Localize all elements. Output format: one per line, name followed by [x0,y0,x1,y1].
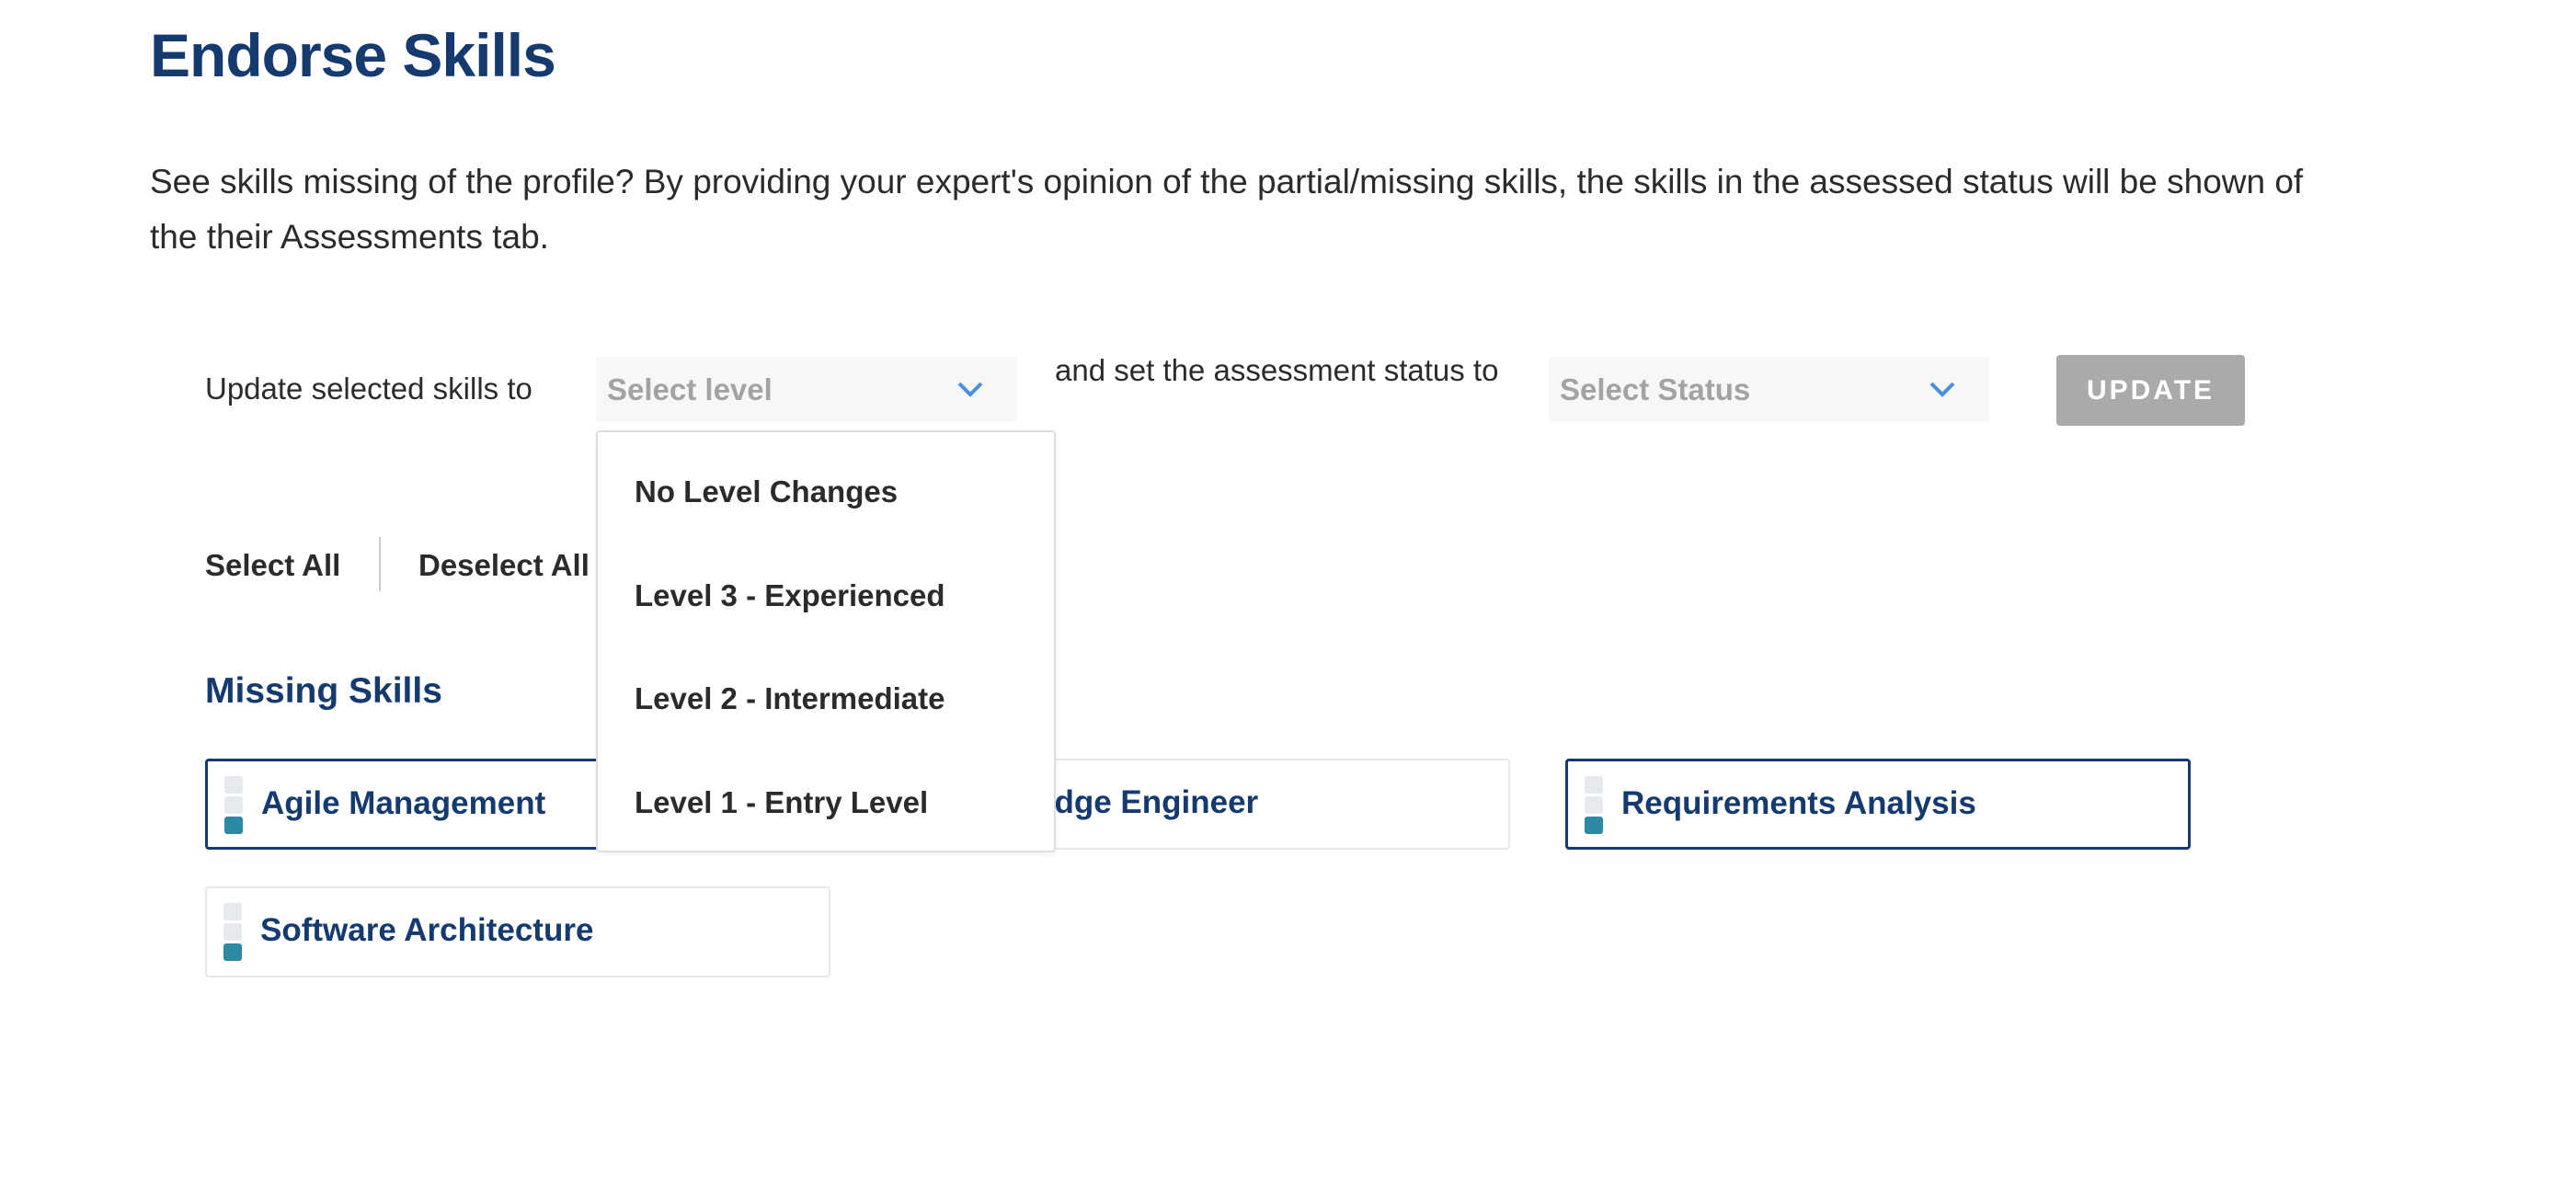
update-button[interactable]: UPDATE [2056,355,2245,426]
chevron-down-icon [957,382,983,397]
level-option-no-change[interactable]: No Level Changes [635,474,898,509]
deselect-all-link[interactable]: Deselect All [418,548,590,583]
level-dropdown-menu: No Level Changes Level 3 - Experienced L… [596,430,1056,852]
level-indicator-icon [1585,776,1603,835]
skill-card[interactable]: Software Architecture [205,886,830,977]
level-indicator-icon [224,776,243,835]
skill-name: Requirements Analysis [1621,785,1976,821]
status-label: and set the assessment status to [1055,353,1499,387]
page-title: Endorse Skills [150,21,556,89]
level-option-1[interactable]: Level 1 - Entry Level [635,785,928,820]
skill-card[interactable]: Requirements Analysis [1565,759,2191,850]
update-label: Update selected skills to [205,371,532,406]
status-select-placeholder: Select Status [1560,371,1751,406]
level-select[interactable]: Select level [596,357,1017,422]
skill-name: Software Architecture [260,912,594,948]
level-option-2[interactable]: Level 2 - Intermediate [635,681,945,716]
level-option-3[interactable]: Level 3 - Experienced [635,578,945,613]
select-all-link[interactable]: Select All [205,548,340,583]
status-select[interactable]: Select Status [1549,357,1989,422]
skill-name: Agile Management [261,785,546,821]
level-indicator-icon [223,903,242,962]
page-description: See skills missing of the profile? By pr… [150,163,2304,256]
chevron-down-icon [1929,382,1955,397]
divider [379,537,381,591]
level-select-placeholder: Select level [607,371,773,406]
missing-skills-heading: Missing Skills [205,671,442,711]
